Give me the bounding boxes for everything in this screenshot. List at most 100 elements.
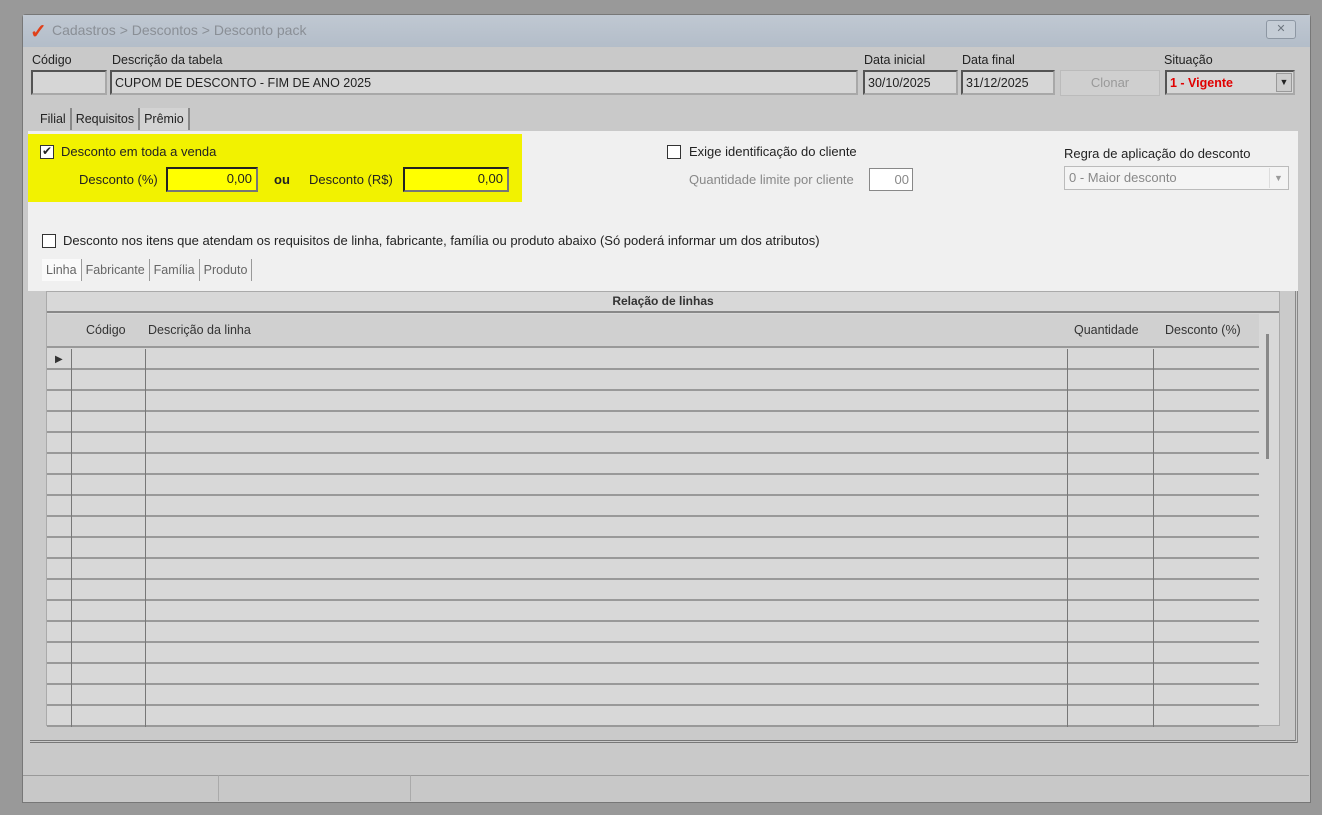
grid-cell-divider — [1153, 664, 1154, 685]
table-row[interactable] — [47, 538, 1259, 559]
desconto-venda-checkbox[interactable]: ✔ — [40, 145, 54, 159]
table-row[interactable] — [47, 517, 1259, 538]
grid-cell-divider — [145, 391, 146, 412]
grid-title: Relação de linhas — [47, 292, 1279, 313]
grid-cell-divider — [145, 517, 146, 538]
grid-cell-divider — [1153, 601, 1154, 622]
descricao-field[interactable]: CUPOM DE DESCONTO - FIM DE ANO 2025 — [110, 70, 858, 95]
grid-cell-divider — [145, 370, 146, 391]
table-row[interactable] — [47, 622, 1259, 643]
grid-cell-divider — [1067, 496, 1068, 517]
grid-cell-divider — [145, 412, 146, 433]
tab-premio[interactable]: Prêmio — [140, 108, 190, 130]
table-row[interactable] — [47, 559, 1259, 580]
status-panel-2 — [219, 775, 411, 801]
chevron-down-icon[interactable]: ▼ — [1269, 168, 1287, 188]
grid-cell-divider — [1153, 496, 1154, 517]
grid-cell-divider — [1153, 559, 1154, 580]
col-desconto[interactable]: Desconto (%) — [1165, 323, 1241, 337]
grid-cell-divider — [1067, 622, 1068, 643]
codigo-field[interactable] — [31, 70, 107, 95]
grid-cell-divider — [1153, 538, 1154, 559]
tab-fabricante[interactable]: Fabricante — [82, 259, 150, 281]
data-final-label: Data final — [962, 53, 1015, 67]
qtd-input[interactable]: 00 — [869, 168, 913, 191]
tab-produto[interactable]: Produto — [200, 259, 253, 281]
grid-cell-divider — [1153, 622, 1154, 643]
grid-cell-divider — [1067, 559, 1068, 580]
grid-cell-divider — [1067, 580, 1068, 601]
grid-cell-divider — [71, 559, 72, 580]
table-row[interactable] — [47, 475, 1259, 496]
table-row[interactable] — [47, 391, 1259, 412]
table-row[interactable] — [47, 349, 1259, 370]
col-descricao[interactable]: Descrição da linha — [148, 323, 251, 337]
grid-cell-divider — [1067, 706, 1068, 727]
grid-cell-divider — [145, 349, 146, 370]
tab-requisitos[interactable]: Requisitos — [72, 108, 141, 130]
status-panel-1 — [23, 775, 219, 801]
status-panel-3 — [411, 775, 1309, 801]
grid-cell-divider — [71, 538, 72, 559]
grid-cell-divider — [145, 643, 146, 664]
desconto-pct-input[interactable]: 0,00 — [166, 167, 258, 192]
ou-label: ou — [274, 172, 290, 187]
situacao-select[interactable]: 1 - Vigente ▼ — [1165, 70, 1295, 95]
exige-label: Exige identificação do cliente — [689, 144, 857, 159]
itens-checkbox[interactable] — [42, 234, 56, 248]
grid-cell-divider — [1153, 643, 1154, 664]
scrollbar[interactable] — [1266, 334, 1269, 459]
descricao-label: Descrição da tabela — [112, 53, 223, 67]
table-row[interactable] — [47, 370, 1259, 391]
grid-cell-divider — [71, 517, 72, 538]
table-row[interactable] — [47, 580, 1259, 601]
grid-cell-divider — [71, 580, 72, 601]
grid-cell-divider — [1067, 475, 1068, 496]
grid-cell-divider — [1153, 370, 1154, 391]
desconto-rs-input[interactable]: 0,00 — [403, 167, 509, 192]
sub-tabs: Linha Fabricante Família Produto — [42, 259, 253, 281]
table-row[interactable] — [47, 685, 1259, 706]
table-row[interactable] — [47, 496, 1259, 517]
exige-checkbox[interactable] — [667, 145, 681, 159]
table-row[interactable] — [47, 706, 1259, 727]
desconto-rs-label: Desconto (R$) — [309, 172, 393, 187]
grid-cell-divider — [1153, 349, 1154, 370]
tab-filial[interactable]: Filial — [36, 108, 72, 130]
tab-familia[interactable]: Família — [150, 259, 200, 281]
data-final-field[interactable]: 31/12/2025 — [961, 70, 1055, 95]
grid-cell-divider — [71, 664, 72, 685]
breadcrumb: Cadastros > Descontos > Desconto pack — [52, 22, 307, 38]
grid-cell-divider — [71, 391, 72, 412]
codigo-label: Código — [32, 53, 72, 67]
grid-cell-divider — [71, 685, 72, 706]
data-inicial-field[interactable]: 30/10/2025 — [863, 70, 958, 95]
table-row[interactable] — [47, 664, 1259, 685]
col-codigo[interactable]: Código — [86, 323, 126, 337]
table-row[interactable] — [47, 412, 1259, 433]
table-row[interactable] — [47, 433, 1259, 454]
table-row[interactable] — [47, 601, 1259, 622]
grid-cell-divider — [71, 475, 72, 496]
grid-cell-divider — [1153, 475, 1154, 496]
col-quantidade[interactable]: Quantidade — [1074, 323, 1139, 337]
grid-cell-divider — [1153, 517, 1154, 538]
clonar-button[interactable]: Clonar — [1060, 70, 1160, 96]
grid-cell-divider — [145, 706, 146, 727]
close-button[interactable]: ✕ — [1266, 20, 1296, 39]
grid-cell-divider — [1153, 412, 1154, 433]
grid-cell-divider — [145, 454, 146, 475]
desconto-venda-label: Desconto em toda a venda — [61, 144, 217, 159]
table-row[interactable] — [47, 643, 1259, 664]
grid-cell-divider — [1067, 454, 1068, 475]
tab-linha[interactable]: Linha — [42, 259, 82, 281]
chevron-down-icon[interactable]: ▼ — [1276, 73, 1292, 92]
grid-cell-divider — [1153, 706, 1154, 727]
regra-select[interactable]: 0 - Maior desconto ▼ — [1064, 166, 1289, 190]
grid-cell-divider — [71, 433, 72, 454]
table-row[interactable] — [47, 454, 1259, 475]
grid-cell-divider — [1067, 433, 1068, 454]
grid-cell-divider — [1153, 454, 1154, 475]
grid-cell-divider — [1067, 685, 1068, 706]
grid-cell-divider — [145, 559, 146, 580]
